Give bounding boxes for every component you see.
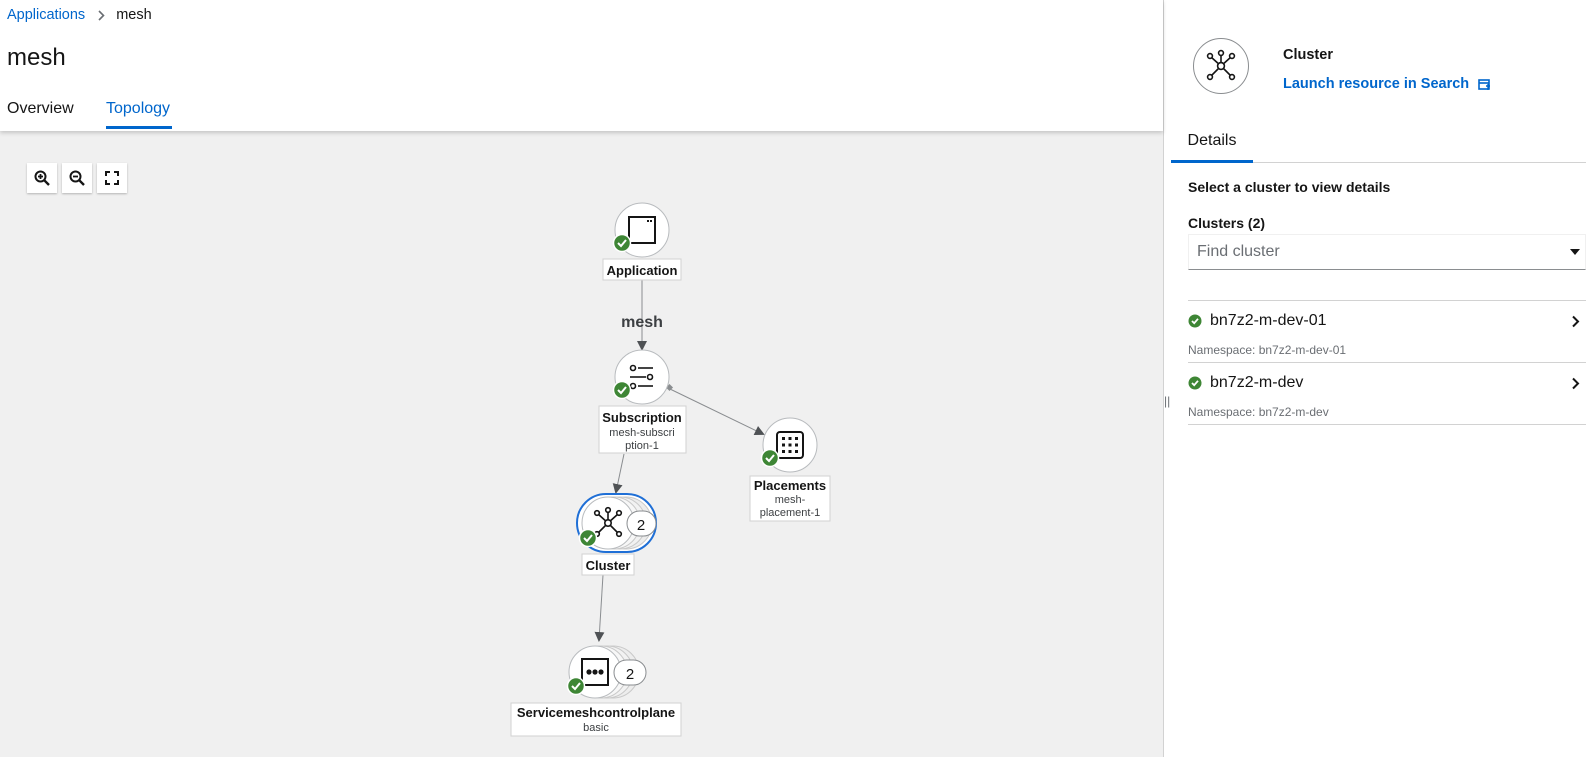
panel-cluster-icon-wrap bbox=[1193, 38, 1249, 94]
tab-overview[interactable]: Overview bbox=[7, 92, 77, 129]
status-ok-icon bbox=[1188, 314, 1202, 328]
status-ok-icon bbox=[612, 233, 632, 253]
edge-cluster-smcp bbox=[594, 574, 605, 642]
status-ok-icon bbox=[566, 676, 586, 696]
node-smcp-label: Servicemeshcontrolplane bbox=[517, 705, 675, 720]
cluster-namespace: Namespace: bn7z2-m-dev bbox=[1188, 405, 1329, 419]
status-ok-icon bbox=[1188, 376, 1202, 390]
clusters-count-label: Clusters (2) bbox=[1188, 215, 1266, 231]
status-ok-icon bbox=[578, 528, 598, 548]
node-subscription-label: Subscription bbox=[602, 410, 682, 425]
tab-details[interactable]: Details bbox=[1171, 126, 1253, 163]
edge-subscription-cluster bbox=[612, 453, 625, 494]
launch-search-label: Launch resource in Search bbox=[1283, 76, 1470, 92]
node-cluster[interactable]: 2 Cluster bbox=[576, 493, 657, 576]
node-application[interactable]: Application bbox=[602, 202, 682, 281]
node-application-label: Application bbox=[607, 263, 678, 278]
list-item[interactable]: bn7z2-m-dev-01 Namespace: bn7z2-m-dev-01 bbox=[1188, 301, 1586, 363]
count-badge: 2 bbox=[613, 659, 647, 686]
launch-search-link[interactable]: Launch resource in Search bbox=[1283, 76, 1491, 92]
node-cluster-label: Cluster bbox=[586, 558, 631, 573]
details-panel: Cluster Launch resource in Search Detail… bbox=[1171, 0, 1586, 757]
breadcrumb-applications-link[interactable]: Applications bbox=[7, 7, 85, 23]
list-item[interactable]: bn7z2-m-dev Namespace: bn7z2-m-dev bbox=[1188, 363, 1586, 425]
panel-tab-bar: Details bbox=[1171, 126, 1586, 163]
tab-topology[interactable]: Topology bbox=[106, 92, 172, 129]
zoom-controls bbox=[27, 163, 127, 193]
count-badge: 2 bbox=[626, 510, 657, 537]
node-servicemeshcontrolplane[interactable]: 2 Servicemeshcontrolplane basic bbox=[510, 645, 682, 737]
node-subscription[interactable]: Subscription mesh-subscri ption-1 bbox=[598, 349, 687, 454]
edge-label-mesh: mesh bbox=[621, 314, 663, 331]
node-smcp-count: 2 bbox=[626, 666, 634, 683]
cluster-icon bbox=[1206, 49, 1236, 81]
fit-to-screen-button[interactable] bbox=[97, 163, 127, 193]
chevron-right-icon bbox=[98, 9, 105, 21]
status-ok-icon bbox=[612, 380, 632, 400]
cluster-list: bn7z2-m-dev-01 Namespace: bn7z2-m-dev-01… bbox=[1188, 300, 1586, 425]
node-placements-sublabel-2: placement-1 bbox=[760, 507, 821, 519]
cluster-name: bn7z2-m-dev-01 bbox=[1210, 312, 1327, 329]
node-placements-label: Placements bbox=[754, 478, 826, 493]
chevron-right-icon[interactable] bbox=[1571, 315, 1580, 328]
cluster-namespace: Namespace: bn7z2-m-dev-01 bbox=[1188, 343, 1347, 357]
node-placements-sublabel-1: mesh- bbox=[775, 494, 806, 506]
find-cluster-input[interactable] bbox=[1189, 235, 1565, 269]
resize-handle-icon[interactable]: || bbox=[1164, 394, 1170, 408]
node-subscription-sublabel-1: mesh-subscri bbox=[609, 427, 674, 439]
breadcrumb-current: mesh bbox=[116, 7, 152, 23]
chevron-right-icon[interactable] bbox=[1571, 377, 1580, 390]
status-ok-icon bbox=[760, 448, 780, 468]
page-title: mesh bbox=[7, 44, 66, 71]
topology-edges: mesh bbox=[594, 280, 765, 642]
find-cluster-select[interactable] bbox=[1188, 234, 1586, 270]
zoom-in-icon bbox=[34, 170, 50, 186]
zoom-out-icon bbox=[69, 170, 85, 186]
node-subscription-sublabel-2: ption-1 bbox=[625, 440, 659, 452]
expand-icon bbox=[105, 171, 119, 185]
cluster-name: bn7z2-m-dev bbox=[1210, 374, 1304, 391]
caret-down-icon[interactable] bbox=[1569, 246, 1581, 258]
zoom-in-button[interactable] bbox=[27, 163, 57, 193]
page-header: Applications mesh mesh Overview Topology bbox=[0, 0, 1163, 131]
panel-title: Cluster bbox=[1283, 47, 1333, 63]
select-cluster-message: Select a cluster to view details bbox=[1188, 179, 1391, 195]
app-main: Applications mesh mesh Overview Topology bbox=[0, 0, 1163, 757]
node-cluster-count: 2 bbox=[637, 517, 645, 534]
external-link-icon bbox=[1478, 78, 1491, 90]
zoom-out-button[interactable] bbox=[62, 163, 92, 193]
breadcrumb: Applications mesh bbox=[7, 7, 152, 23]
node-smcp-sublabel: basic bbox=[583, 722, 609, 734]
